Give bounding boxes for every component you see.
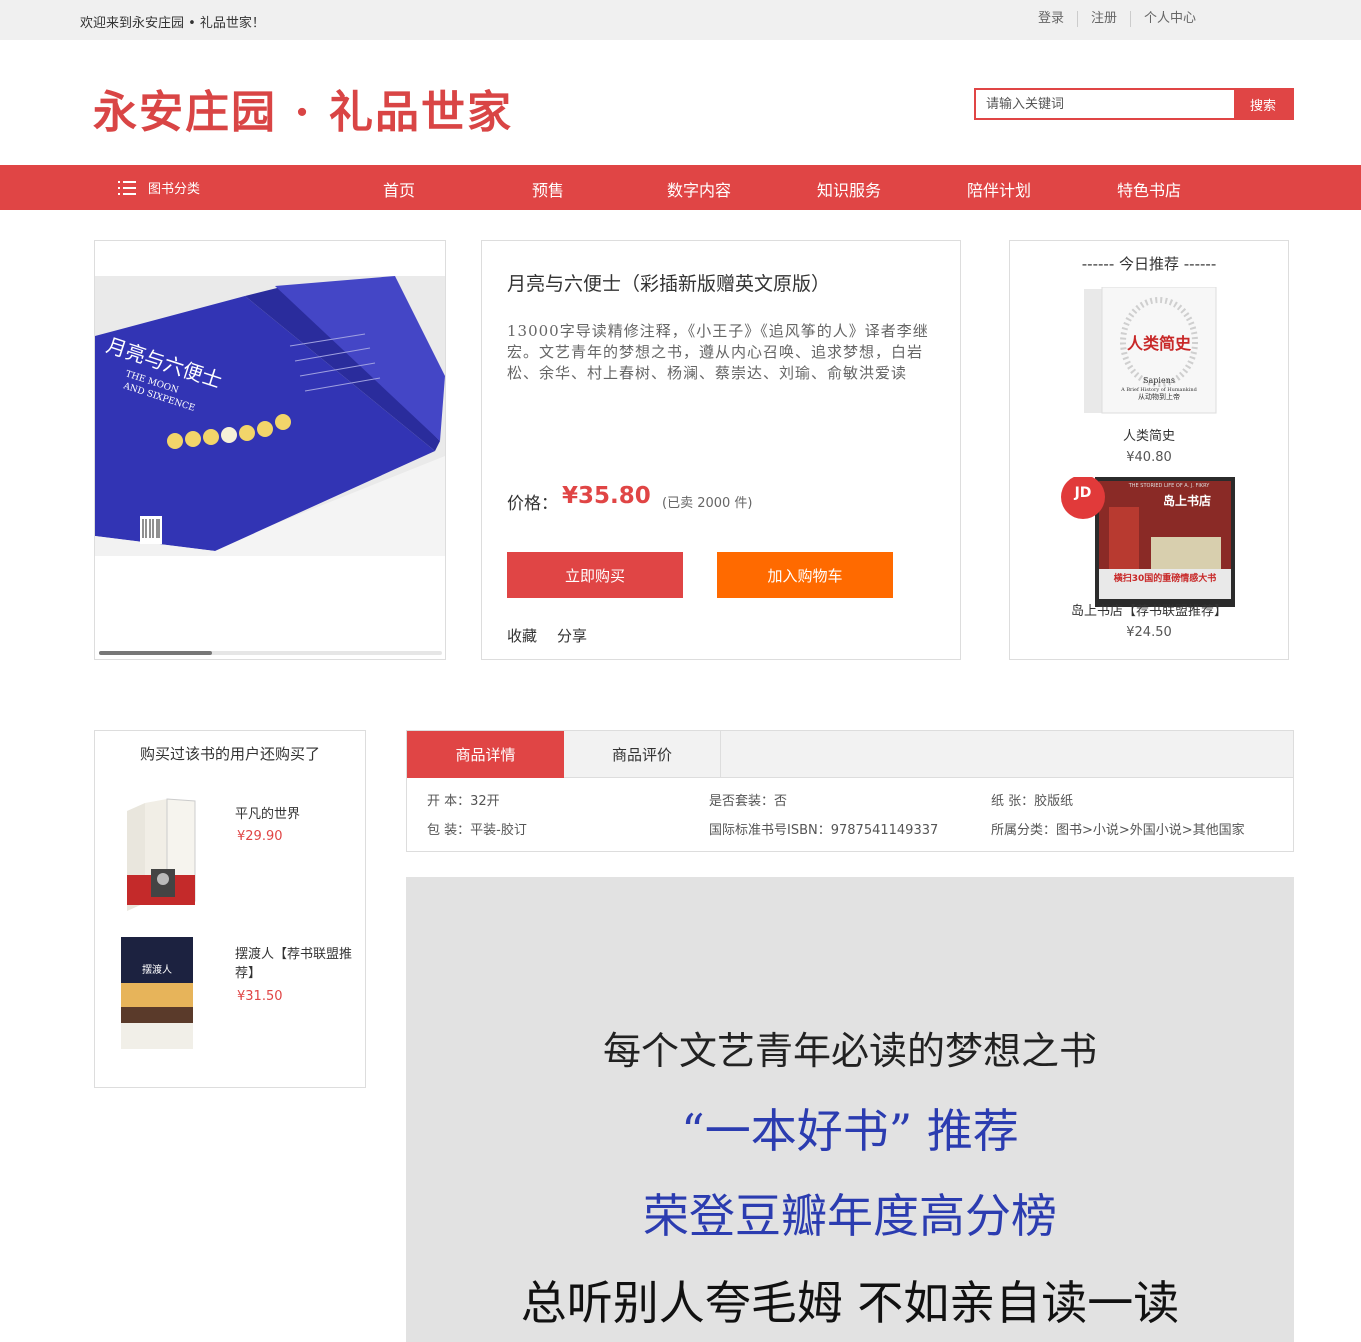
tab-product-reviews[interactable]: 商品评价 [564, 731, 721, 778]
attr-set: 是否套装：否 [709, 794, 788, 809]
add-to-cart-button[interactable]: 加入购物车 [717, 552, 893, 598]
login-link[interactable]: 登录 [1025, 11, 1077, 27]
also-bought-name: 平凡的世界 [235, 807, 301, 822]
banner-line-1: 每个文艺青年必读的梦想之书 [602, 1029, 1097, 1073]
banner-line-3: 荣登豆瓣年度高分榜 [643, 1189, 1057, 1243]
recommend-name: 人类简史 [1122, 429, 1175, 444]
attr-binding: 包 装：平装-胶订 [427, 823, 527, 838]
search-button[interactable]: 搜索 [1234, 90, 1292, 118]
sapiens-subtitle: 从动物到上帝 [1138, 392, 1180, 401]
list-menu-icon [118, 180, 136, 195]
also-bought-price: ¥31.50 [237, 989, 283, 1004]
detail-banner-image: 每个文艺青年必读的梦想之书 “一本好书” 推荐 荣登豆瓣年度高分榜 总听别人夸毛… [406, 877, 1294, 1342]
recommend-title: ------ 今日推荐 ------ [1081, 255, 1217, 273]
attr-isbn: 国际标准书号ISBN：9787541149337 [709, 823, 939, 838]
main-nav: 图书分类 首页 预售 数字内容 知识服务 陪伴计划 特色书店 [0, 165, 1361, 210]
recommend-name: 岛上书店【荐书联盟推荐】 [1070, 604, 1227, 619]
category-label: 图书分类 [148, 182, 201, 197]
banner-line-2: “一本好书” 推荐 [681, 1104, 1019, 1158]
attr-category: 所属分类：图书>小说>外国小说>其他国家 [991, 823, 1245, 838]
recommend-price: ¥40.80 [1126, 450, 1172, 465]
also-bought-title: 购买过该书的用户还购买了 [139, 745, 320, 763]
favorite-link[interactable]: 收藏 [507, 625, 537, 646]
attr-format: 开 本：32开 [427, 794, 500, 809]
tab-product-details[interactable]: 商品详情 [407, 731, 564, 778]
also-bought-item[interactable]: 平凡的世界 ¥29.90 [95, 797, 365, 917]
nav-item-digital[interactable]: 数字内容 [667, 177, 731, 201]
product-title: 月亮与六便士（彩插新版赠英文原版） [507, 273, 831, 295]
search-input[interactable] [976, 90, 1234, 118]
gallery-scroll-thumb[interactable] [99, 651, 213, 655]
sapiens-en: Sapiens [1143, 376, 1175, 385]
ferryman-cover-title: 摆渡人 [142, 963, 172, 976]
detail-tabs: 商品详情 商品评价 [407, 731, 1293, 778]
nav-item-home[interactable]: 首页 [383, 177, 415, 201]
island-bookstore-cover: THE STORIED LIFE OF A. J. FIKRY 岛上书店 横扫3… [1061, 475, 1235, 607]
nav-item-companion[interactable]: 陪伴计划 [967, 177, 1031, 201]
nav-item-knowledge[interactable]: 知识服务 [817, 177, 881, 201]
also-bought-name: 摆渡人【荐书联盟推荐】 [235, 947, 353, 981]
product-image[interactable]: 月亮与六便士 THE MOON AND SIXPENCE [95, 276, 445, 556]
share-link[interactable]: 分享 [557, 625, 587, 646]
book-cover-illustration: 月亮与六便士 THE MOON AND SIXPENCE [95, 276, 445, 556]
user-center-link[interactable]: 个人中心 [1129, 11, 1209, 27]
register-link[interactable]: 注册 [1076, 11, 1130, 27]
welcome-text: 欢迎来到永安庄园 • 礼品世家！ [80, 16, 265, 31]
also-bought-panel: 购买过该书的用户还购买了 平凡的世界 ¥29.90 摆渡人 摆渡人【荐书联盟推荐… [94, 730, 366, 1088]
product-gallery: 月亮与六便士 THE MOON AND SIXPENCE [94, 240, 446, 660]
recommend-item[interactable]: THE STORIED LIFE OF A. J. FIKRY 岛上书店 横扫3… [1010, 475, 1288, 640]
nav-item-bookstore[interactable]: 特色书店 [1117, 177, 1181, 201]
product-price: ¥35.80 [562, 483, 651, 509]
also-bought-item[interactable]: 摆渡人 摆渡人【荐书联盟推荐】 ¥31.50 [95, 935, 365, 1055]
also-bought-price: ¥29.90 [237, 829, 283, 844]
ordinary-world-cover [127, 798, 196, 911]
sold-count: (已卖 2000 件) [662, 496, 753, 511]
category-menu[interactable]: 图书分类 [118, 178, 200, 197]
banner-line-4: 总听别人夸毛姆 不如亲自读一读 [520, 1276, 1180, 1330]
island-band: 横扫30国的重磅情感大书 [1114, 572, 1217, 584]
island-title: 岛上书店 [1163, 493, 1211, 508]
today-recommend: ------ 今日推荐 ------ 人类简史 Sapiens A Brief … [1009, 240, 1289, 660]
site-logo[interactable]: 永安庄园 · 礼品世家 [93, 76, 513, 140]
jd-badge-text: JD [1074, 485, 1092, 501]
top-bar: 欢迎来到永安庄园 • 礼品世家！ 登录 注册 个人中心 [0, 0, 1361, 40]
recommend-item[interactable]: 人类简史 Sapiens A Brief History of Humankin… [1010, 286, 1288, 465]
search-bar: 搜索 [974, 88, 1294, 120]
product-actions: 收藏 分享 [507, 625, 587, 646]
product-detail-panel: 商品详情 商品评价 开 本：32开 是否套装：否 纸 张：胶版纸 包 装：平装-… [406, 730, 1294, 852]
nav-item-presale[interactable]: 预售 [532, 177, 564, 201]
recommend-price: ¥24.50 [1126, 625, 1172, 640]
sapiens-cover: 人类简史 Sapiens A Brief History of Humankin… [1084, 286, 1217, 414]
island-en: THE STORIED LIFE OF A. J. FIKRY [1128, 483, 1211, 489]
product-info: 月亮与六便士（彩插新版赠英文原版） 13000字导读精修注释，《小王子》《追风筝… [481, 240, 961, 660]
attr-paper: 纸 张：胶版纸 [991, 794, 1074, 809]
sapiens-title: 人类简史 [1127, 334, 1192, 353]
price-label: 价格： [507, 494, 558, 514]
account-links: 登录 注册 个人中心 [1025, 11, 1209, 27]
ferryman-cover: 摆渡人 [121, 937, 193, 1049]
buy-now-button[interactable]: 立即购买 [507, 552, 683, 598]
gallery-scrollbar[interactable] [99, 651, 442, 655]
product-description: 13000字导读精修注释，《小王子》《追风筝的人》译者李继宏。文艺青年的梦想之书… [507, 322, 929, 382]
